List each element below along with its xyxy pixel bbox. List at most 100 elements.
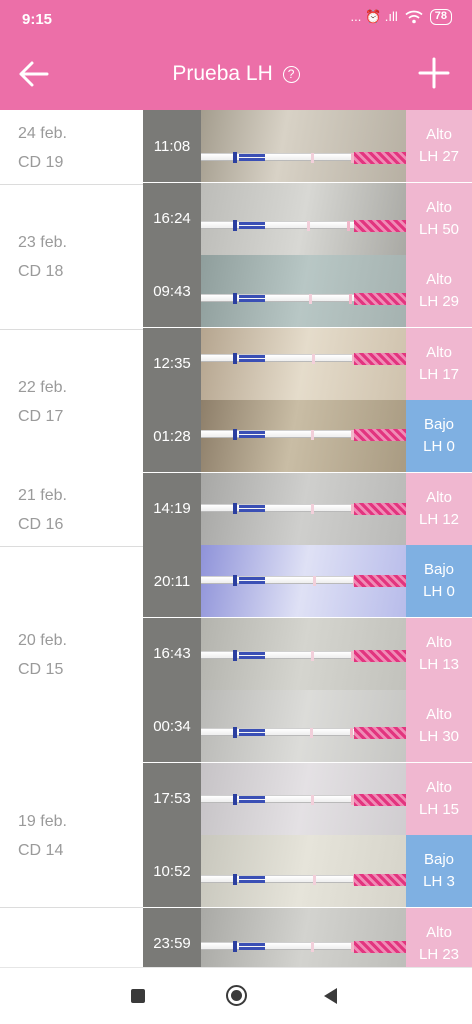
test-time: 14:19	[143, 472, 201, 545]
result-badge: Bajo LH 0	[406, 400, 472, 472]
day-date: 23 feb.	[18, 234, 67, 251]
test-line	[311, 153, 314, 163]
result-value: LH 13	[418, 655, 460, 673]
triangle-back-icon[interactable]	[324, 988, 337, 1004]
test-row[interactable]: 01:28 Bajo LH 0	[143, 400, 472, 472]
result-badge: Alto LH 12	[406, 472, 472, 545]
test-time: 09:43	[143, 255, 201, 327]
day-date: 22 feb.	[18, 379, 67, 396]
test-strip-photo	[201, 835, 406, 907]
test-row[interactable]: 09:43 Alto LH 29	[143, 255, 472, 327]
result-level: Alto	[426, 778, 452, 796]
result-value: LH 29	[418, 293, 460, 310]
test-row[interactable]: 23:59 Alto LH 23	[143, 907, 472, 967]
test-line	[313, 576, 316, 586]
test-strip	[201, 874, 406, 886]
square-icon[interactable]	[131, 989, 145, 1003]
test-row[interactable]: 10:52 Bajo LH 3	[143, 835, 472, 907]
test-line	[311, 430, 314, 440]
test-strip	[201, 940, 406, 953]
status-bar: 9:15 ... ⏰ .ıll 78	[0, 0, 472, 38]
test-time: 12:35	[143, 327, 201, 400]
result-level: Alto	[426, 633, 452, 651]
test-row[interactable]: 00:34 Alto LH 30	[143, 690, 472, 762]
strip-handle	[354, 940, 406, 953]
test-row[interactable]: 16:43 Alto LH 13	[143, 617, 472, 690]
battery-indicator: 78	[429, 9, 452, 25]
strip-handle	[354, 874, 406, 886]
day-header: 22 feb. CD 17	[18, 373, 67, 431]
plus-icon[interactable]	[418, 57, 450, 89]
test-strip-photo	[201, 182, 406, 255]
strip-handle	[354, 793, 406, 806]
lh-test-list[interactable]: 24 feb. CD 19 23 feb. CD 18 22 feb. CD 1…	[0, 110, 472, 967]
status-indicators: ... ⏰ .ıll	[350, 9, 398, 24]
test-strip	[201, 502, 406, 515]
strip-handle	[354, 429, 406, 441]
test-line	[311, 941, 314, 952]
app-bar: Prueba LH ?	[0, 38, 472, 110]
test-strip-photo	[201, 907, 406, 967]
test-row[interactable]: 17:53 Alto LH 15	[143, 762, 472, 835]
strip-handle	[354, 152, 406, 164]
result-level: Alto	[426, 271, 452, 288]
test-time: 10:52	[143, 835, 201, 907]
test-line	[307, 220, 310, 231]
day-date: 19 feb.	[18, 813, 67, 830]
strip-handle	[354, 352, 406, 365]
day-date: 24 feb.	[18, 125, 67, 142]
cycle-day: CD 17	[18, 408, 64, 425]
help-icon[interactable]: ?	[282, 66, 300, 83]
brand-logo	[233, 575, 267, 586]
day-header: 20 feb. CD 15	[18, 626, 67, 684]
result-badge: Alto LH 23	[406, 907, 472, 967]
test-strip	[201, 293, 406, 305]
test-line	[313, 875, 316, 885]
result-level: Bajo	[423, 851, 455, 868]
test-strip	[201, 727, 406, 739]
cycle-day: CD 18	[18, 263, 64, 280]
result-value: LH 0	[423, 583, 455, 600]
result-badge: Alto LH 17	[406, 327, 472, 400]
circle-icon[interactable]	[226, 985, 247, 1006]
wifi-icon	[405, 10, 423, 24]
control-line	[350, 728, 353, 738]
day-header: 23 feb. CD 18	[18, 228, 67, 286]
test-time: 20:11	[143, 545, 201, 617]
test-strip-photo	[201, 762, 406, 835]
day-header: 21 feb. CD 16	[18, 481, 67, 539]
day-date: 20 feb.	[18, 632, 67, 649]
strip-handle	[354, 649, 406, 662]
result-level: Bajo	[423, 416, 455, 433]
brand-logo	[233, 727, 267, 738]
result-level: Alto	[426, 488, 452, 506]
day-header: 19 feb. CD 14	[18, 807, 67, 865]
strip-handle	[354, 293, 406, 305]
brand-logo	[233, 502, 267, 514]
result-level: Alto	[426, 706, 452, 723]
system-nav-bar	[0, 967, 472, 1024]
test-strip	[201, 219, 406, 232]
test-strip-photo	[201, 617, 406, 690]
test-line	[312, 353, 315, 364]
day-date: 21 feb.	[18, 487, 67, 504]
test-row[interactable]: 14:19 Alto LH 12	[143, 472, 472, 545]
result-value: LH 17	[418, 365, 460, 383]
test-strip	[201, 649, 406, 662]
day-divider	[0, 546, 143, 547]
test-time: 16:43	[143, 617, 201, 690]
brand-logo	[233, 940, 267, 952]
test-line	[311, 503, 314, 514]
test-row[interactable]: 16:24 Alto LH 50	[143, 182, 472, 255]
day-header: 24 feb. CD 19	[18, 119, 67, 177]
result-level: Alto	[426, 343, 452, 361]
control-line	[347, 220, 350, 231]
day-divider	[0, 184, 143, 185]
test-time: 11:08	[143, 110, 201, 182]
brand-logo	[233, 293, 267, 304]
test-time: 17:53	[143, 762, 201, 835]
test-row[interactable]: 12:35 Alto LH 17	[143, 327, 472, 400]
test-line	[310, 728, 313, 738]
test-row[interactable]: 11:08 Alto LH 27	[143, 110, 472, 182]
test-row[interactable]: 20:11 Bajo LH 0	[143, 545, 472, 617]
